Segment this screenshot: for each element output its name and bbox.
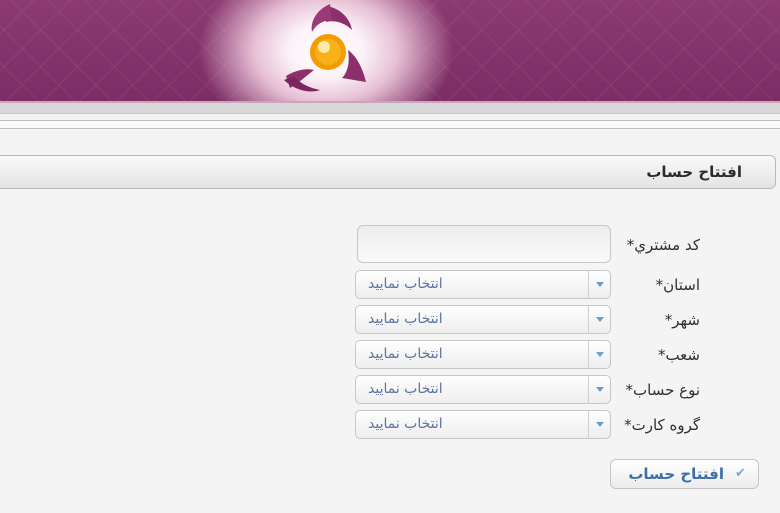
select-divider (588, 341, 589, 368)
nav-strip (0, 120, 780, 129)
city-select-value: انتخاب نمایید (368, 311, 443, 327)
city-select[interactable]: انتخاب نمایید (355, 305, 611, 334)
branch-select-value: انتخاب نمایید (368, 346, 443, 362)
province-select[interactable]: انتخاب نمایید (355, 270, 611, 299)
branch-select[interactable]: انتخاب نمایید (355, 340, 611, 369)
open-account-button-label: افتتاح حساب (628, 465, 724, 483)
site-header (0, 0, 780, 103)
chevron-down-icon[interactable] (596, 352, 604, 357)
select-divider (588, 376, 589, 403)
card-group-select[interactable]: انتخاب نمایید (355, 410, 611, 439)
chevron-down-icon[interactable] (596, 387, 604, 392)
select-divider (588, 306, 589, 333)
chevron-down-icon[interactable] (596, 282, 604, 287)
account-type-select-value: انتخاب نمایید (368, 381, 443, 397)
top-band (0, 103, 780, 114)
check-icon: ✔ (735, 466, 746, 481)
card-group-select-value: انتخاب نمایید (368, 416, 443, 432)
account-type-select[interactable]: انتخاب نمایید (355, 375, 611, 404)
chevron-down-icon[interactable] (596, 317, 604, 322)
select-divider (588, 271, 589, 298)
open-account-button[interactable]: افتتاح حساب ✔ (610, 459, 759, 489)
panel-title: افتتاح حساب (646, 163, 742, 181)
bank-emblem-icon (284, 4, 366, 92)
chevron-down-icon[interactable] (596, 422, 604, 427)
select-divider (588, 411, 589, 438)
customer-code-input[interactable] (357, 225, 611, 263)
province-select-value: انتخاب نمایید (368, 276, 443, 292)
